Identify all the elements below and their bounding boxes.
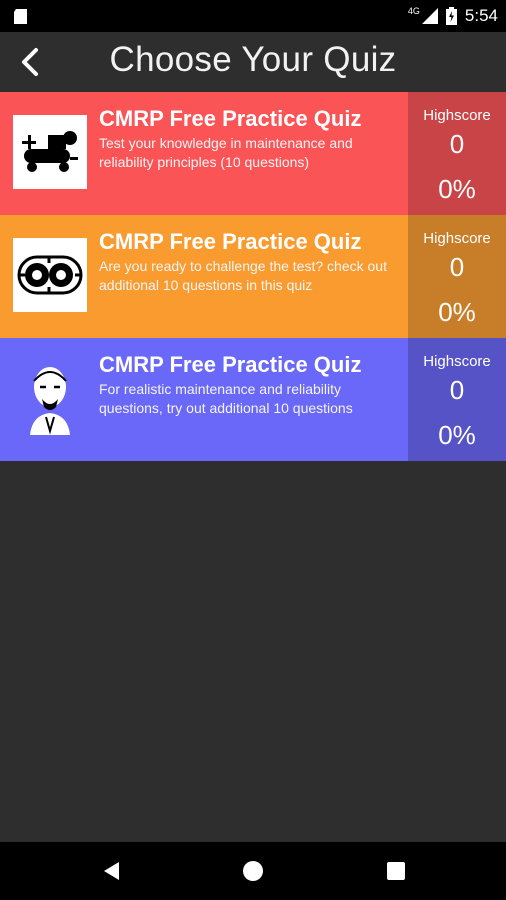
score-panel: Highscore 0 0% (408, 338, 506, 461)
score-panel: Highscore 0 0% (408, 215, 506, 338)
system-nav-bar (0, 842, 506, 900)
page-title: Choose Your Quiz (109, 40, 397, 79)
highscore-percent: 0% (438, 420, 476, 450)
quiz-description: Test your knowledge in maintenance and r… (99, 135, 353, 170)
quiz-list: CMRP Free Practice Quiz Test your knowle… (0, 92, 506, 461)
home-circle-icon[interactable] (240, 858, 266, 884)
highscore-percent: 0% (438, 297, 476, 327)
app-header: Choose Your Quiz (0, 32, 506, 91)
back-triangle-icon[interactable] (99, 858, 125, 884)
highscore-label: Highscore (423, 107, 491, 124)
quiz-card-1[interactable]: CMRP Free Practice Quiz Test your knowle… (0, 92, 506, 215)
quiz-title: CMRP Free Practice Quiz (99, 352, 362, 377)
sd-card-icon (14, 9, 27, 24)
status-icons: 4G 5:54 (408, 5, 498, 27)
battery-charging-icon (445, 7, 457, 25)
quiz-title: CMRP Free Practice Quiz (99, 229, 362, 254)
quiz-description: For realistic maintenance and reliabilit… (99, 381, 353, 416)
highscore-percent: 0% (438, 174, 476, 204)
highscore-label: Highscore (423, 230, 491, 247)
quiz-card-3[interactable]: CMRP Free Practice Quiz For realistic ma… (0, 338, 506, 461)
highscore-value: 0 (449, 375, 465, 405)
score-panel: Highscore 0 0% (408, 92, 506, 215)
air-compressor-icon (13, 115, 87, 189)
network-type: 4G (407, 6, 420, 16)
status-bar: 4G 5:54 (0, 0, 506, 32)
signal-icon (421, 8, 438, 24)
highscore-value: 0 (449, 129, 465, 159)
highscore-label: Highscore (423, 353, 491, 370)
quiz-description: Are you ready to challenge the test? che… (99, 258, 387, 293)
quiz-title: CMRP Free Practice Quiz (99, 106, 362, 131)
quiz-card-2[interactable]: CMRP Free Practice Quiz Are you ready to… (0, 215, 506, 338)
clock: 5:54 (464, 6, 498, 25)
gear-pump-icon (13, 238, 87, 312)
portrait-icon (13, 361, 87, 435)
highscore-value: 0 (449, 252, 465, 282)
recents-square-icon[interactable] (383, 858, 409, 884)
